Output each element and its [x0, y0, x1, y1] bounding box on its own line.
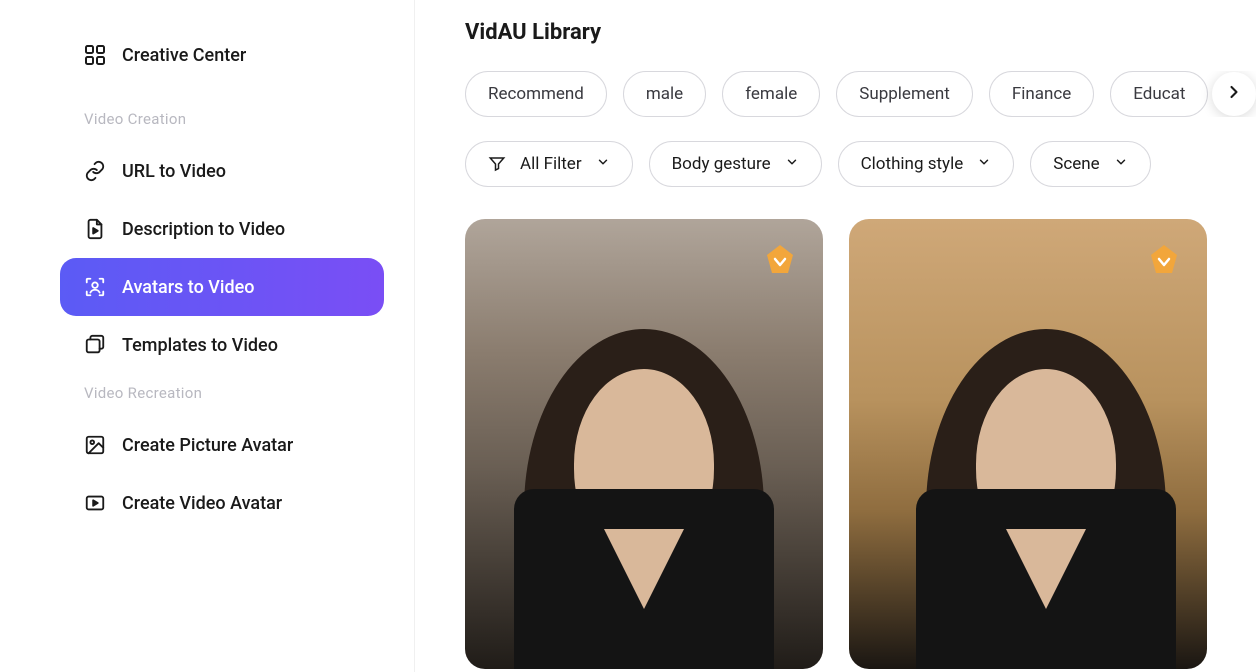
- sidebar-item-create-video-avatar[interactable]: Create Video Avatar: [60, 474, 384, 532]
- chevron-right-icon: [1224, 82, 1244, 106]
- doc-play-icon: [84, 218, 106, 240]
- avatar-card[interactable]: [849, 219, 1207, 669]
- filter-clothing-style[interactable]: Clothing style: [838, 141, 1015, 187]
- chip-recommend[interactable]: Recommend: [465, 71, 607, 117]
- sidebar-item-label: Creative Center: [122, 45, 246, 66]
- templates-icon: [84, 334, 106, 356]
- sidebar-item-avatars-to-video[interactable]: Avatars to Video: [60, 258, 384, 316]
- sidebar-item-label: Description to Video: [122, 219, 285, 240]
- link-icon: [84, 160, 106, 182]
- chip-label: Recommend: [488, 84, 584, 104]
- chip-label: male: [646, 84, 683, 104]
- sidebar-item-create-picture-avatar[interactable]: Create Picture Avatar: [60, 416, 384, 474]
- premium-badge-icon: [1147, 245, 1181, 275]
- category-chip-row: Recommend male female Supplement Finance…: [465, 71, 1256, 117]
- sidebar-item-creative-center[interactable]: Creative Center: [60, 30, 384, 80]
- sidebar: Creative Center Video Creation URL to Vi…: [0, 0, 415, 672]
- page-title: VidAU Library: [465, 20, 1256, 45]
- sidebar-item-description-to-video[interactable]: Description to Video: [60, 200, 384, 258]
- premium-badge-icon: [763, 245, 797, 275]
- chevron-down-icon: [596, 155, 610, 173]
- chip-male[interactable]: male: [623, 71, 706, 117]
- filter-label: All Filter: [520, 154, 582, 174]
- sidebar-item-label: Templates to Video: [122, 335, 278, 356]
- video-rect-icon: [84, 492, 106, 514]
- chevron-down-icon: [977, 155, 991, 173]
- avatar-card-grid: [465, 219, 1256, 669]
- chevron-down-icon: [785, 155, 799, 173]
- chip-label: Supplement: [859, 84, 950, 104]
- chip-label: Finance: [1012, 84, 1071, 104]
- filter-scene[interactable]: Scene: [1030, 141, 1150, 187]
- avatar-card[interactable]: [465, 219, 823, 669]
- sidebar-item-label: URL to Video: [122, 161, 226, 182]
- filter-icon: [488, 155, 506, 173]
- avatar-vneck-shape: [604, 529, 684, 609]
- chip-label: Educat: [1133, 84, 1185, 104]
- filter-label: Clothing style: [861, 154, 964, 174]
- scroll-right-button[interactable]: [1212, 72, 1256, 116]
- section-header-video-creation: Video Creation: [60, 100, 384, 142]
- sidebar-item-label: Create Video Avatar: [122, 493, 282, 514]
- chip-finance[interactable]: Finance: [989, 71, 1094, 117]
- chevron-down-icon: [1114, 155, 1128, 173]
- filter-all[interactable]: All Filter: [465, 141, 633, 187]
- filter-body-gesture[interactable]: Body gesture: [649, 141, 822, 187]
- sidebar-item-url-to-video[interactable]: URL to Video: [60, 142, 384, 200]
- avatar-vneck-shape: [1006, 529, 1086, 609]
- grid-icon: [84, 44, 106, 66]
- chip-label: female: [745, 84, 797, 104]
- section-header-video-recreation: Video Recreation: [60, 374, 384, 416]
- sidebar-item-templates-to-video[interactable]: Templates to Video: [60, 316, 384, 374]
- main-content: VidAU Library Recommend male female Supp…: [415, 0, 1256, 672]
- sidebar-item-label: Avatars to Video: [122, 277, 254, 298]
- picture-icon: [84, 434, 106, 456]
- chip-supplement[interactable]: Supplement: [836, 71, 973, 117]
- sidebar-item-label: Create Picture Avatar: [122, 435, 293, 456]
- filter-row: All Filter Body gesture Clothing style S…: [465, 141, 1256, 187]
- filter-label: Body gesture: [672, 154, 771, 174]
- chip-education[interactable]: Educat: [1110, 71, 1208, 117]
- filter-label: Scene: [1053, 154, 1099, 174]
- chip-female[interactable]: female: [722, 71, 820, 117]
- avatar-scan-icon: [84, 276, 106, 298]
